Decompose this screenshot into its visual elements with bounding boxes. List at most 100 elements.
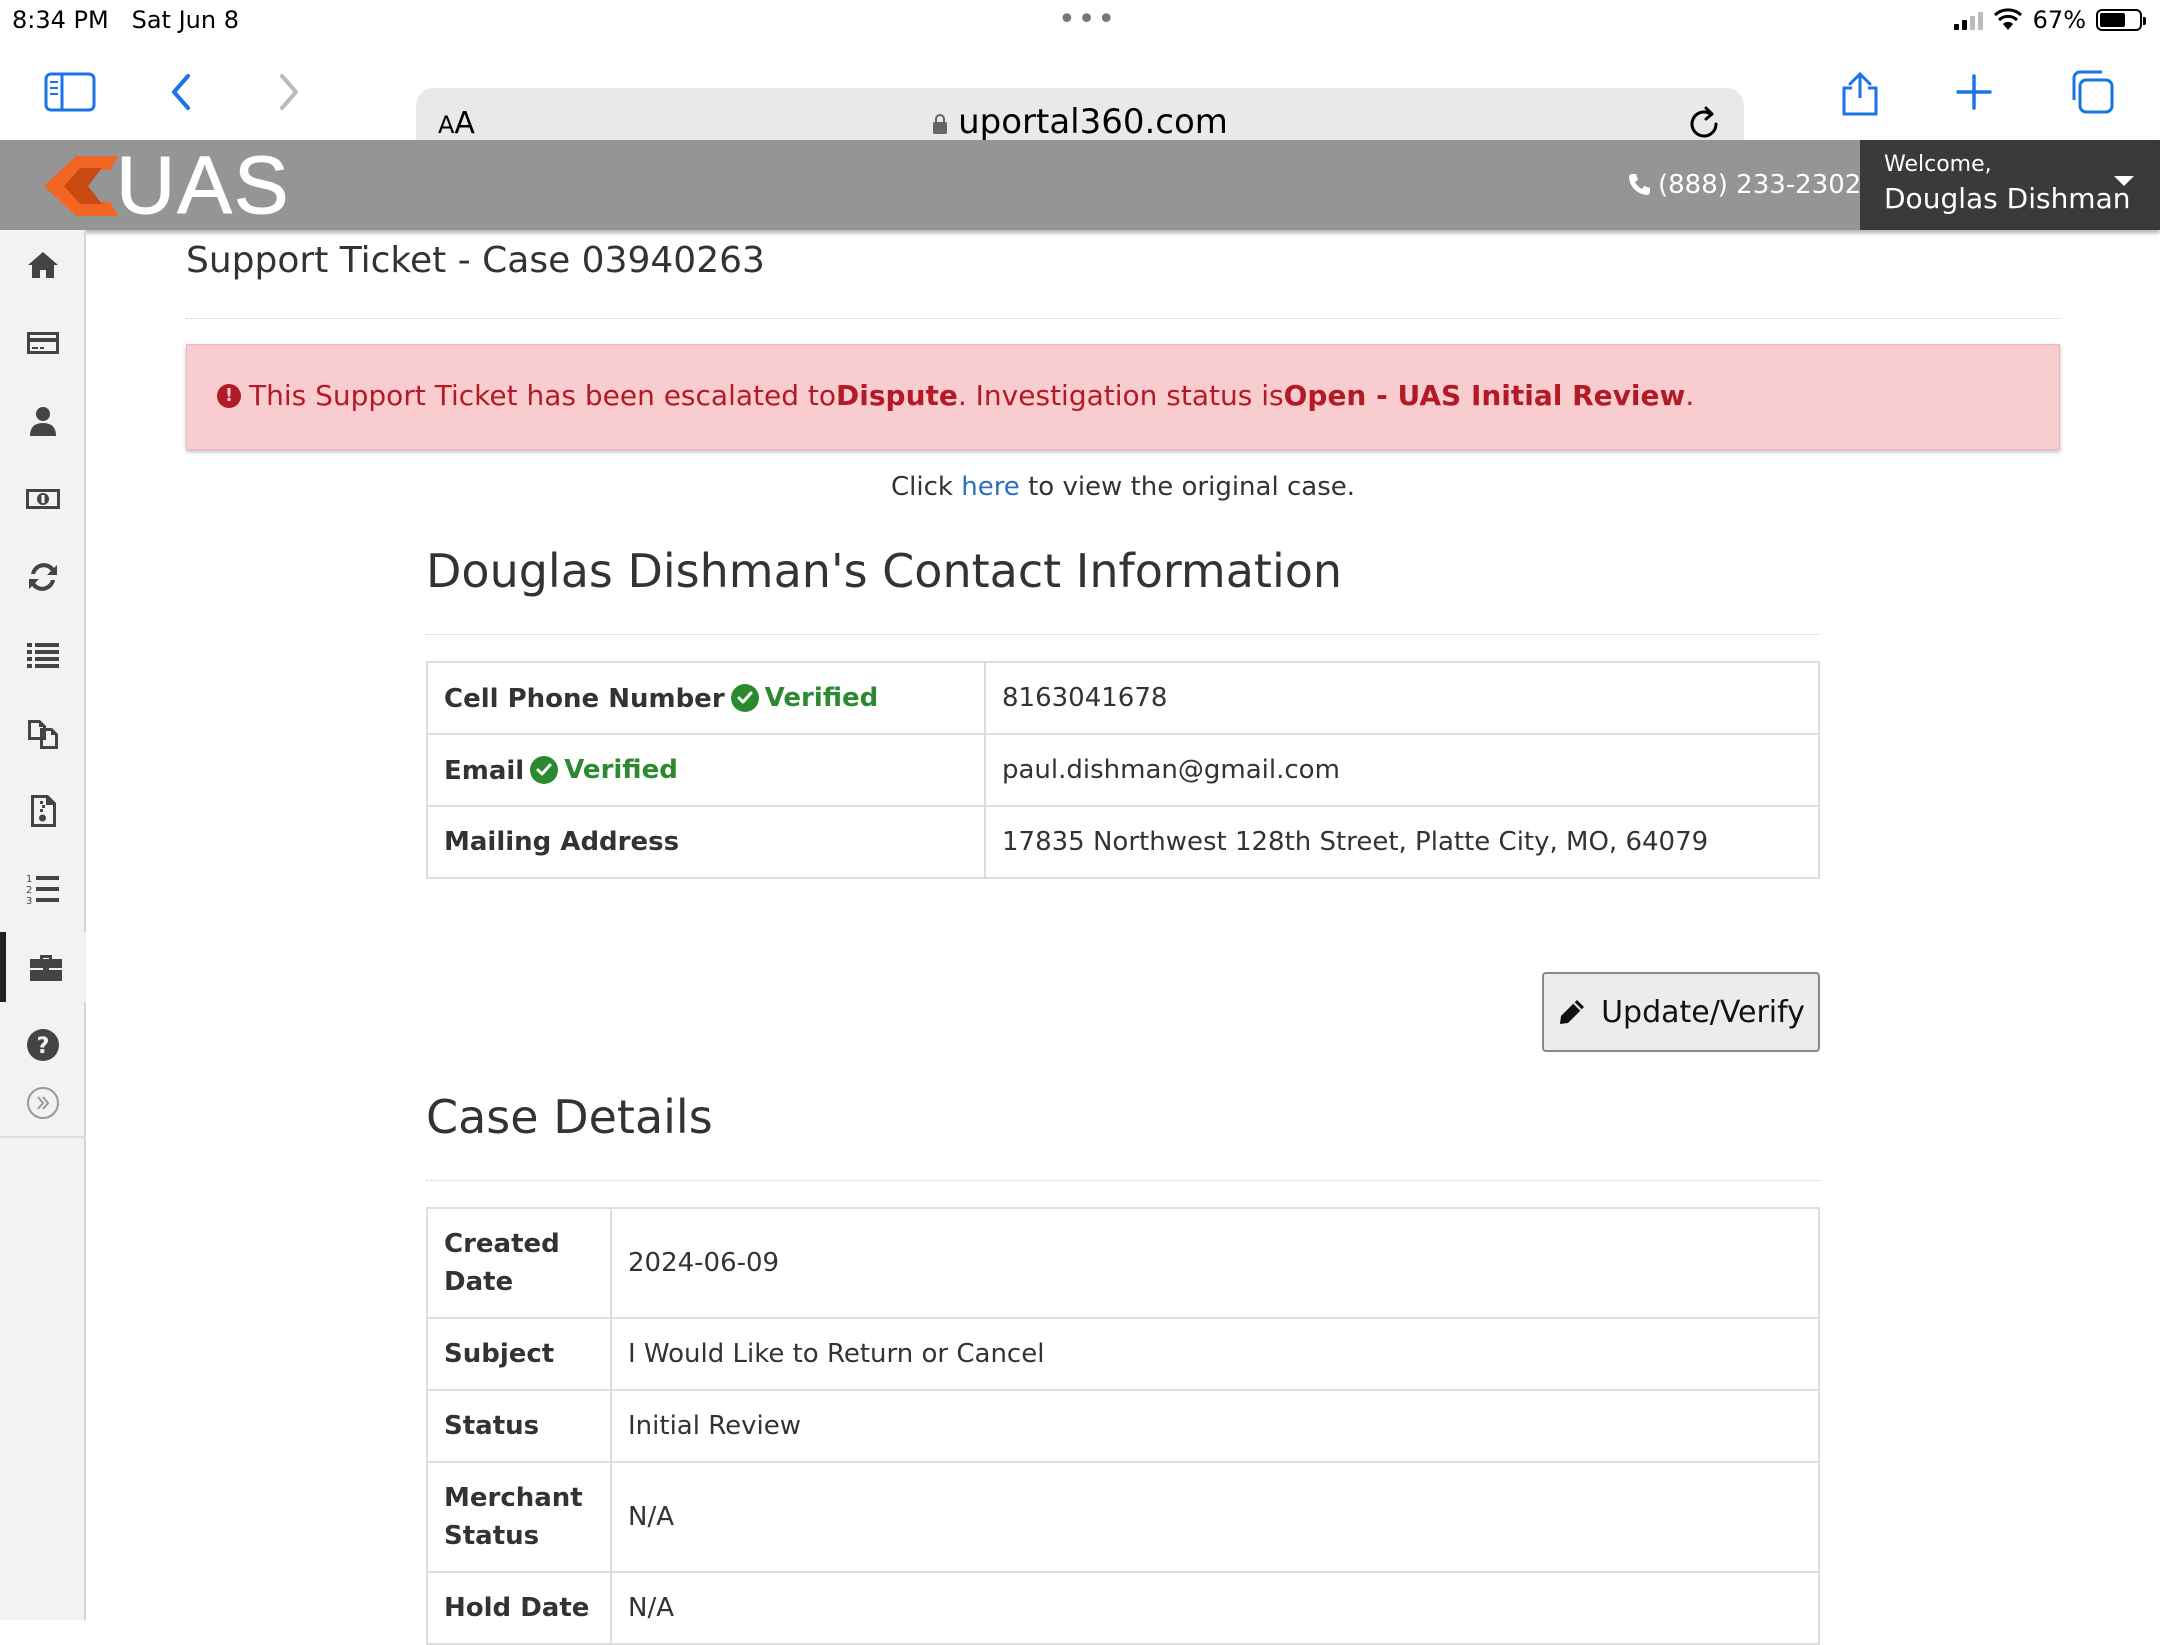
status-time: 8:34 PM Sat Jun 8 <box>12 6 239 34</box>
briefcase-icon <box>30 955 62 981</box>
case-detail-value: Initial Review <box>610 1389 1820 1463</box>
site-header: UAS (888) 233-2302 Welcome, Douglas Dish… <box>0 140 2160 230</box>
numbered-list-icon: 123 <box>26 874 59 907</box>
case-detail-row: Status Initial Review <box>426 1389 1820 1463</box>
verified-badge: Verified <box>730 683 878 713</box>
contact-row-value: 17835 Northwest 128th Street, Platte Cit… <box>984 805 1820 879</box>
cellular-signal-icon <box>1953 10 1983 30</box>
money-icon <box>26 489 60 509</box>
alert-dispute: Dispute <box>836 379 958 412</box>
svg-text:1: 1 <box>26 874 32 885</box>
phone-icon <box>1629 174 1650 195</box>
case-detail-row: Subject I Would Like to Return or Cancel <box>426 1317 1820 1391</box>
phone-number: (888) 233-2302 <box>1658 170 1862 200</box>
lock-icon <box>933 114 948 134</box>
contact-row-label: Cell Phone Number Verified <box>426 661 986 735</box>
case-detail-row: Hold Date N/A <box>426 1571 1820 1645</box>
dispute-alert: ! This Support Ticket has been escalated… <box>186 344 2060 450</box>
status-bar: 8:34 PM Sat Jun 8 ••• 67% <box>0 0 2160 40</box>
new-tab-plus-icon[interactable] <box>1944 62 2004 122</box>
original-case-link[interactable]: here <box>961 472 1020 502</box>
logo-text: UAS <box>116 140 291 231</box>
case-detail-row: Created Date 2024-06-09 <box>426 1207 1820 1319</box>
contact-heading: Douglas Dishman's Contact Information <box>426 544 1343 598</box>
original-case-line: Click here to view the original case. <box>891 472 1355 502</box>
sidebar-nav: 123 ? <box>0 230 86 1620</box>
contact-row: Cell Phone Number Verified 8163041678 <box>426 661 1820 735</box>
contact-row-value: paul.dishman@gmail.com <box>984 733 1820 807</box>
browser-toolbar: AAAA uportal360.com <box>0 40 2160 160</box>
case-details-heading: Case Details <box>426 1090 713 1144</box>
user-name: Douglas Dishman <box>1884 182 2131 215</box>
forward-chevron-icon[interactable] <box>258 62 318 122</box>
contact-table: Cell Phone Number Verified 8163041678 Email… <box>426 661 1820 879</box>
case-detail-value: 2024-06-09 <box>610 1207 1820 1319</box>
alert-status: Open - UAS Initial Review <box>1283 379 1686 412</box>
update-verify-button[interactable]: Update/Verify <box>1542 972 1820 1052</box>
contact-row-label: Email Verified <box>426 733 986 807</box>
sidebar-item-list[interactable] <box>0 620 86 690</box>
help-icon: ? <box>27 1029 59 1061</box>
sidebar-item-contracts[interactable] <box>0 776 86 846</box>
document-icon <box>31 795 56 827</box>
svg-text:?: ? <box>37 1034 50 1059</box>
url-text[interactable]: uportal360.com <box>416 102 1744 142</box>
contact-row-label: Mailing Address <box>426 805 986 879</box>
check-circle-icon <box>730 683 759 712</box>
svg-text:2: 2 <box>26 885 32 896</box>
contact-row: Email Verified paul.dishman@gmail.com <box>426 733 1820 807</box>
sidebar-divider <box>0 1136 86 1138</box>
uas-logo-mark-icon <box>44 156 118 216</box>
sidebar-item-payments[interactable] <box>0 308 86 378</box>
list-icon <box>27 643 59 668</box>
user-menu[interactable]: Welcome, Douglas Dishman <box>1860 140 2160 230</box>
sidebar-expand-button[interactable] <box>0 1072 86 1134</box>
sidebar-item-profile[interactable] <box>0 386 86 456</box>
case-detail-label: Hold Date <box>426 1571 612 1645</box>
page-title: Support Ticket - Case 03940263 <box>186 240 765 281</box>
case-detail-label: Status <box>426 1389 612 1463</box>
user-icon <box>30 407 56 436</box>
case-details-section: Case Details Created Date 2024-06-09 Subje… <box>426 1090 1820 1645</box>
battery-icon <box>2096 9 2146 31</box>
multitask-dots-icon[interactable]: ••• <box>1058 2 1117 37</box>
sidebar-item-documents[interactable] <box>0 698 86 768</box>
alert-middle: . Investigation status is <box>957 379 1284 412</box>
case-detail-label: Merchant Status <box>426 1461 612 1573</box>
pencil-icon <box>1560 1000 1585 1024</box>
expand-icon <box>27 1087 59 1119</box>
contact-section: Douglas Dishman's Contact Information Ce… <box>426 544 1820 879</box>
refresh-icon <box>29 563 57 591</box>
alert-prefix: This Support Ticket has been escalated t… <box>249 379 837 412</box>
svg-text:3: 3 <box>26 896 32 907</box>
back-chevron-icon[interactable] <box>152 62 212 122</box>
update-verify-label: Update/Verify <box>1601 994 1805 1030</box>
sidebar-toggle-icon[interactable] <box>40 62 100 122</box>
case-details-table: Created Date 2024-06-09 Subject I Would Lik… <box>426 1207 1820 1645</box>
caret-down-icon <box>2114 176 2134 186</box>
case-detail-value: I Would Like to Return or Cancel <box>610 1317 1820 1391</box>
exclamation-circle-icon: ! <box>217 383 241 408</box>
credit-card-icon <box>27 332 59 354</box>
case-detail-value: N/A <box>610 1461 1820 1573</box>
sidebar-item-home[interactable] <box>0 230 86 300</box>
uas-logo[interactable]: UAS <box>40 140 291 231</box>
reload-icon[interactable] <box>1684 104 1724 144</box>
verified-badge: Verified <box>530 755 678 785</box>
case-detail-label: Subject <box>426 1317 612 1391</box>
sidebar-item-renewals[interactable] <box>0 542 86 612</box>
share-icon[interactable] <box>1830 62 1890 122</box>
sidebar-item-help[interactable]: ? <box>0 1010 86 1080</box>
support-phone[interactable]: (888) 233-2302 <box>1626 170 1861 200</box>
sidebar-item-billing[interactable] <box>0 464 86 534</box>
contact-row-value: 8163041678 <box>984 661 1820 735</box>
tabs-overview-icon[interactable] <box>2062 62 2122 122</box>
sidebar-item-steps[interactable]: 123 <box>0 854 86 924</box>
copy-icon <box>28 720 58 749</box>
status-indicators: 67% <box>1953 6 2146 34</box>
case-detail-value: N/A <box>610 1571 1820 1645</box>
sidebar-item-support[interactable] <box>0 932 86 1002</box>
home-icon <box>28 252 58 278</box>
wifi-icon <box>1993 8 2022 30</box>
check-circle-icon <box>530 755 559 784</box>
